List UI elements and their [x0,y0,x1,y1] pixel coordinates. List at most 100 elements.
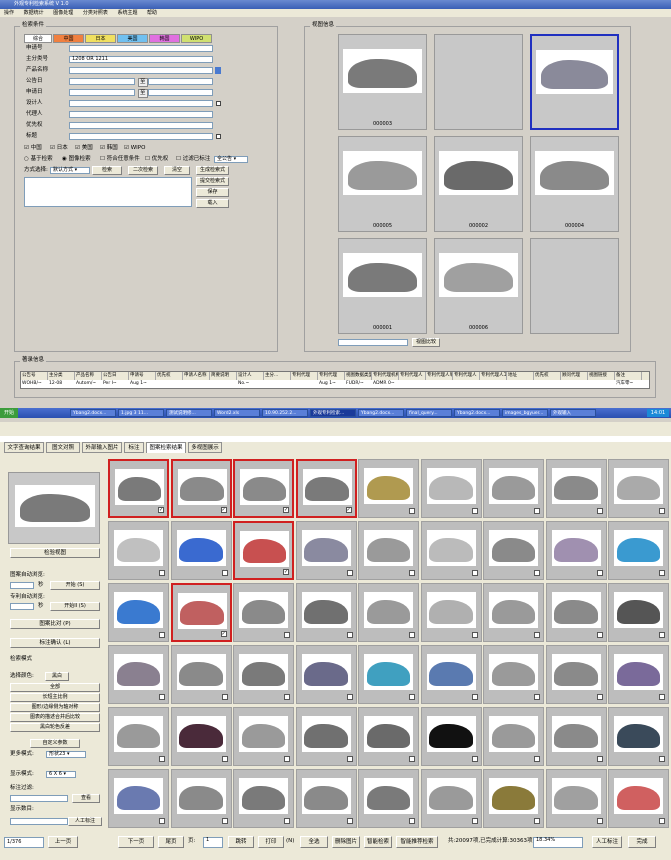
table-header-cell[interactable]: 专利代理人 [399,372,426,380]
result-tab[interactable]: 图案检索结果 [146,442,186,453]
country-us-check[interactable]: ☑ 美国 [75,145,93,152]
load-button[interactable]: 载入 [196,199,229,208]
appdate-to-input[interactable] [148,89,213,96]
appdate-from-input[interactable] [69,89,135,96]
result-cell[interactable] [170,769,232,828]
country-cn-check[interactable]: ☑ 中国 [24,145,42,152]
table-header-cell[interactable]: 公告号 [21,372,48,380]
table-header-cell[interactable]: 主分... [264,372,291,380]
option-image-radio[interactable]: ◉ 图像检索 [62,156,91,163]
designer-checkbox[interactable] [216,101,221,106]
result-checkbox[interactable] [409,508,415,514]
table-header-cell[interactable]: 优先权 [156,372,183,380]
table-cell[interactable] [480,380,507,388]
result-cell[interactable] [545,459,607,518]
result-checkbox[interactable] [409,694,415,700]
result-checkbox[interactable] [284,756,290,762]
result-checkbox[interactable] [409,818,415,824]
result-checkbox[interactable] [534,818,540,824]
result-checkbox[interactable] [596,632,603,638]
table-header-cell[interactable]: 申请号 [129,372,156,380]
priority-input[interactable] [69,122,213,129]
result-cell[interactable] [608,459,669,518]
country-jp-check[interactable]: ☑ 日本 [50,145,68,152]
title-input[interactable] [69,133,213,140]
taskbar-item[interactable]: final_query... [406,409,452,417]
tab-korea[interactable]: 韩国 [149,34,180,43]
result-checkbox[interactable] [221,818,228,824]
option-basic-radio[interactable]: ○ 基于检索 [24,156,53,163]
taskbar-item[interactable]: 1.jpg 3 11... [118,409,164,417]
result-checkbox[interactable] [471,818,478,824]
table-header-cell[interactable]: 申请人名称 [183,372,210,380]
table-header-cell[interactable]: 优先权 [534,372,561,380]
auto-start-button[interactable]: 开始 (S) [50,581,100,590]
result-cell[interactable] [170,521,232,580]
jump-button[interactable]: 跳转 [228,836,254,848]
table-cell[interactable]: WOHB/~ [21,380,48,388]
result-tab[interactable]: 外部输入图片 [82,442,122,453]
table-header-cell[interactable]: 设计人 [237,372,264,380]
table-cell[interactable]: 汽车零~ [615,380,642,388]
table-header-cell[interactable]: 产品名称 [75,372,102,380]
result-checkbox[interactable] [409,632,415,638]
result-cell[interactable] [545,583,607,642]
result-cell[interactable] [170,707,232,766]
result-cell[interactable] [108,707,169,766]
result-cell[interactable] [545,707,607,766]
menu-item-help[interactable]: 帮助 [147,10,157,16]
more-mode-select[interactable]: 形状23 ▾ [46,751,86,758]
mode-ratio-button[interactable]: 长短主比例 [10,693,100,702]
result-cell[interactable] [233,769,294,828]
table-cell[interactable] [399,380,426,388]
mode-contrast-button[interactable]: 黑白轮色反差 [10,723,100,732]
page-input[interactable]: 1 [203,837,223,848]
result-cell[interactable] [108,645,169,704]
save-button[interactable]: 保存 [196,188,229,197]
result-cell[interactable] [608,521,669,580]
result-cell[interactable] [420,521,482,580]
result-checkbox[interactable] [409,570,415,576]
mode-all-button[interactable]: 全部 [10,683,100,692]
result-checkbox[interactable] [471,756,478,762]
result-checkbox[interactable] [221,756,228,762]
result-checkbox[interactable] [534,694,540,700]
result-checkbox[interactable] [346,694,353,700]
table-cell[interactable] [534,380,561,388]
result-checkbox[interactable]: ✓ [345,507,352,513]
table-cell[interactable]: ADMR 0~ [372,380,399,388]
custom-params-button[interactable]: 自定义参数 [30,739,80,748]
product-input[interactable] [69,67,213,74]
table-cell[interactable]: Autom/~ [75,380,102,388]
method-select[interactable]: 默认方式 ▾ [50,167,90,174]
result-cell[interactable] [420,459,482,518]
table-header-cell[interactable]: 专利代理人 [453,372,480,380]
table-cell[interactable]: Per I~ [102,380,129,388]
result-cell[interactable] [358,583,419,642]
mode-symmetric-button[interactable]: 图形/边缘侧为轴对称 [10,703,100,712]
result-cell[interactable] [483,583,544,642]
result-cell[interactable] [233,645,294,704]
manual-mark-button[interactable]: 人工标注 [68,817,102,826]
table-cell[interactable] [588,380,615,388]
view-thumb[interactable]: 000006 [434,238,523,334]
appno-input[interactable] [69,45,213,52]
result-checkbox[interactable] [159,756,165,762]
taskbar-item[interactable]: Ybang2.docx... [454,409,500,417]
result-cell[interactable] [358,707,419,766]
result-checkbox[interactable] [159,818,165,824]
title-checkbox[interactable] [216,134,221,139]
country-kr-check[interactable]: ☑ 韩国 [100,145,118,152]
view-thumb[interactable] [530,238,619,334]
result-cell[interactable] [295,583,357,642]
result-cell[interactable] [608,645,669,704]
class-input[interactable]: 1208 OR 1211 [69,56,213,63]
taskbar-item[interactable]: 测试说明修... [166,409,212,417]
menu-item-operate[interactable]: 操作 [4,10,14,16]
taskbar-item[interactable]: Word2.xls [214,409,260,417]
menu-item-class[interactable]: 分类对照表 [83,10,108,16]
result-cell[interactable] [295,645,357,704]
table-header-cell[interactable]: 地址 [507,372,534,380]
view-thumb[interactable]: 000001 [338,238,427,334]
tab-all[interactable]: 综合 [24,34,52,43]
